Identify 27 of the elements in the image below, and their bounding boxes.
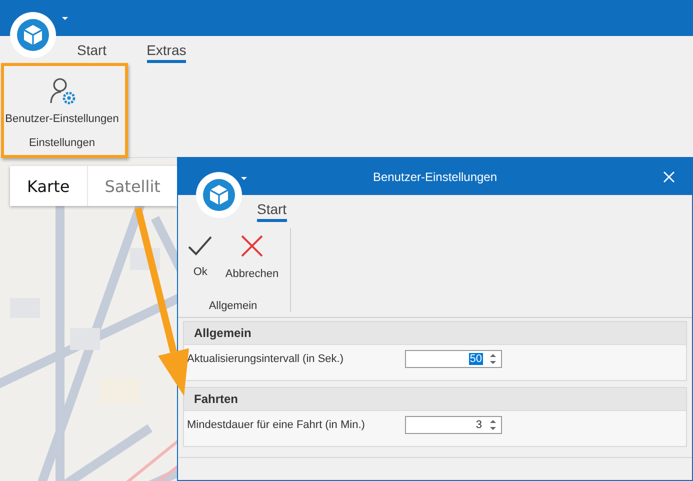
- user-gear-icon: [48, 77, 76, 105]
- ribbon-tab[interactable]: Start: [77, 42, 107, 63]
- section-header: Fahrten: [184, 388, 686, 411]
- spinner-icon: [489, 419, 497, 431]
- group-caption: Einstellungen: [28, 137, 96, 149]
- caret-icon: [62, 17, 68, 20]
- section-header: Allgemein: [184, 322, 686, 345]
- group-caption: Allgemein: [208, 300, 258, 312]
- map-type-button[interactable]: Karte: [10, 166, 87, 206]
- spinner-icon: [489, 353, 497, 365]
- number-field[interactable]: 3: [405, 416, 502, 434]
- field-label: Aktualisierungsintervall (in Sek.): [187, 353, 345, 365]
- field-label: Mindestdauer für eine Fahrt (in Min.): [187, 419, 366, 431]
- dialog-title: Benutzer-Einstellungen: [372, 170, 498, 184]
- app-logo-icon: [196, 172, 242, 218]
- map-type-button[interactable]: Satellit: [86, 166, 178, 206]
- close-icon[interactable]: [663, 171, 675, 183]
- ribbon-button[interactable]: Benutzer-Einstellungen: [3, 73, 121, 127]
- ribbon-tab[interactable]: Start: [257, 201, 287, 222]
- app-logo-icon: [10, 12, 56, 58]
- checkmark-icon: [187, 234, 214, 256]
- caret-icon: [241, 177, 247, 180]
- ribbon-tab[interactable]: Extras: [146, 42, 186, 63]
- number-field[interactable]: 50: [405, 350, 502, 368]
- ribbon-button[interactable]: Abbrechen: [222, 228, 282, 280]
- ribbon-button[interactable]: Ok: [184, 228, 216, 280]
- cross-icon: [240, 234, 264, 258]
